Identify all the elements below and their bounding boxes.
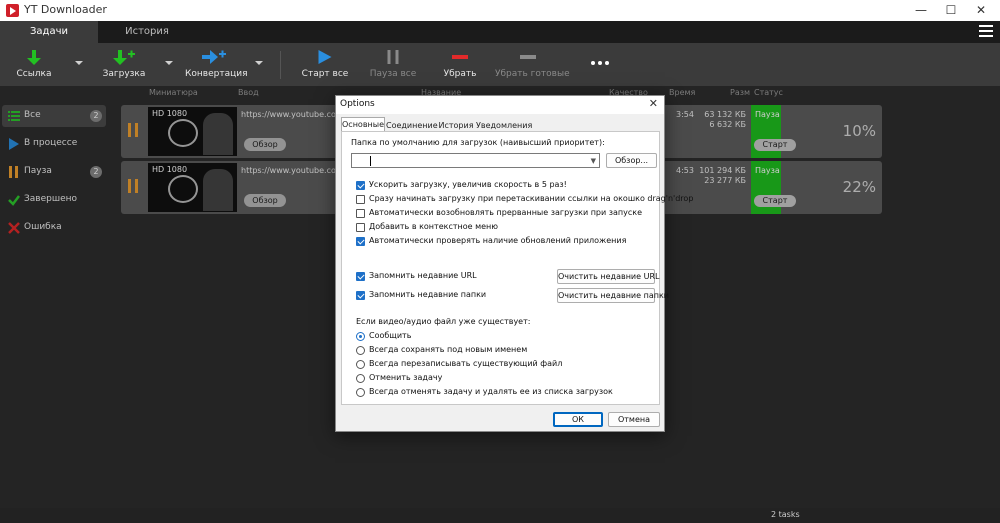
toolbar-separator (280, 51, 281, 79)
minimize-button[interactable]: — (906, 0, 936, 21)
task-count: 2 tasks (771, 510, 800, 519)
pause-icon (387, 50, 399, 64)
clear-url-button[interactable]: Очистить недавние URL (557, 269, 659, 284)
radio-cancel-task[interactable] (356, 374, 365, 383)
download-dropdown-icon[interactable] (165, 61, 173, 65)
title-bar: YT Downloader — ☐ ✕ (0, 0, 1000, 21)
auto-update-checkbox[interactable] (356, 237, 365, 246)
more-dots-icon (591, 61, 609, 65)
options-dialog: Options ✕ Основные Соединение История Ув… (335, 95, 693, 432)
download-plus-icon (113, 50, 135, 65)
pause-all-button[interactable]: Пауза все (368, 43, 418, 86)
download-button[interactable]: Загрузка (100, 43, 148, 86)
remember-url-checkbox[interactable] (356, 272, 365, 281)
radio-cancel-and-remove[interactable] (356, 388, 365, 397)
minus-gray-icon (520, 55, 536, 59)
dialog-title-bar: Options ✕ (336, 96, 664, 114)
dialog-title: Options (340, 99, 375, 109)
minus-red-icon (452, 55, 468, 59)
maximize-button[interactable]: ☐ (936, 0, 966, 21)
text-caret (370, 156, 371, 166)
ok-button[interactable]: ОК (553, 412, 603, 427)
radio-notify[interactable] (356, 332, 365, 341)
dragdrop-autostart-checkbox[interactable] (356, 195, 365, 204)
app-logo-icon (6, 4, 19, 17)
dialog-tab-general[interactable]: Основные (341, 117, 385, 132)
start-all-button[interactable]: Старт все (300, 43, 350, 86)
main-tabs: Задачи История (0, 21, 1000, 43)
app-title: YT Downloader (24, 3, 107, 16)
radio-overwrite[interactable] (356, 360, 365, 369)
cancel-button[interactable]: Отмена (608, 412, 660, 427)
menu-icon[interactable] (979, 25, 993, 38)
context-menu-checkbox[interactable] (356, 223, 365, 232)
tab-tasks[interactable]: Задачи (0, 21, 98, 43)
close-window-button[interactable]: ✕ (966, 0, 996, 21)
chevron-down-icon[interactable]: ▼ (591, 157, 596, 165)
convert-button[interactable]: Конвертация (185, 43, 247, 86)
clear-folders-button[interactable]: Очистить недавние папки (557, 288, 669, 303)
download-arrow-icon (27, 50, 41, 65)
download-folder-combobox[interactable]: ▼ (351, 153, 600, 168)
remove-button[interactable]: Убрать (435, 43, 485, 86)
play-icon (318, 50, 332, 64)
folder-label: Папка по умолчанию для загрузок (наивысш… (351, 138, 605, 147)
file-exists-label: Если видео/аудио файл уже существует: (356, 317, 531, 326)
more-button[interactable] (585, 43, 615, 86)
remove-done-button[interactable]: Убрать готовые (495, 43, 570, 86)
dialog-close-icon[interactable]: ✕ (649, 97, 658, 110)
status-bar: 2 tasks (0, 508, 1000, 523)
general-settings-panel: Папка по умолчанию для загрузок (наивысш… (341, 131, 693, 405)
link-dropdown-icon[interactable] (75, 61, 83, 65)
convert-arrow-icon (202, 50, 226, 64)
auto-resume-checkbox[interactable] (356, 209, 365, 218)
browse-folder-button[interactable]: Обзор... (606, 153, 657, 168)
tab-history[interactable]: История (98, 21, 196, 43)
speedup-checkbox[interactable] (356, 181, 365, 190)
convert-dropdown-icon[interactable] (255, 61, 263, 65)
toolbar: Ссылка Загрузка Конвертация Старт все Па… (0, 43, 1000, 86)
radio-save-new-name[interactable] (356, 346, 365, 355)
link-button[interactable]: Ссылка (10, 43, 58, 86)
remember-folders-checkbox[interactable] (356, 291, 365, 300)
